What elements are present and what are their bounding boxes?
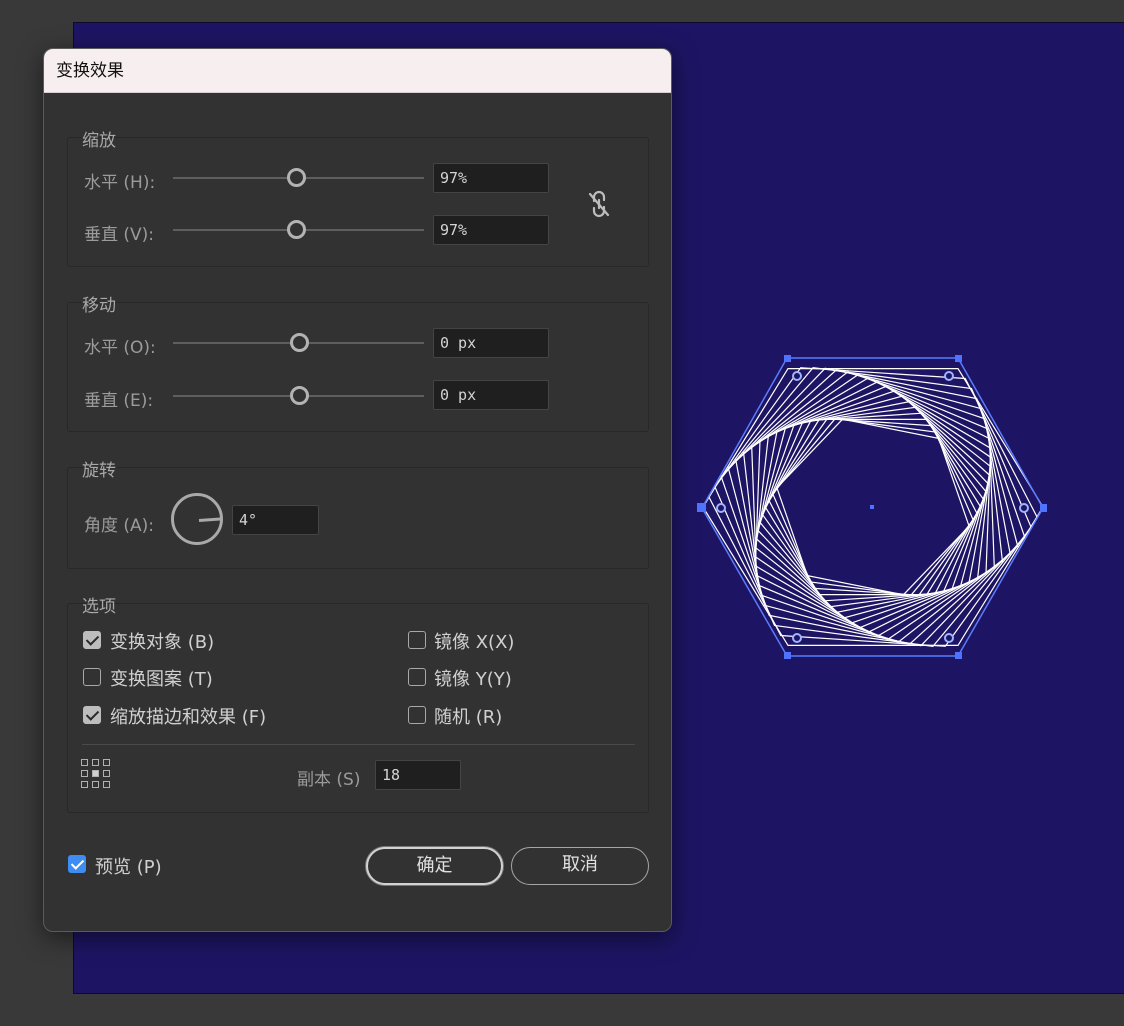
- dialog-title: 变换效果: [44, 49, 671, 93]
- angle-dial-hand: [198, 517, 223, 522]
- move-horizontal-slider[interactable]: [173, 333, 424, 353]
- copies-input[interactable]: 18: [375, 760, 461, 790]
- move-vertical-slider[interactable]: [173, 386, 424, 406]
- scale-horizontal-label: 水平 (H):: [84, 173, 156, 193]
- transform-objects-checkbox[interactable]: [83, 631, 101, 649]
- transform-patterns-label[interactable]: 变换图案 (T): [110, 665, 213, 691]
- options-divider: [82, 744, 635, 745]
- ok-button[interactable]: 确定: [366, 847, 503, 885]
- hexagon-artwork[interactable]: [690, 348, 1060, 668]
- cancel-button[interactable]: 取消: [511, 847, 649, 885]
- move-legend: 移动: [82, 296, 116, 316]
- options-legend: 选项: [82, 597, 116, 617]
- transform-patterns-checkbox[interactable]: [83, 668, 101, 686]
- scale-horizontal-slider[interactable]: [173, 168, 424, 188]
- reference-point-icon[interactable]: [81, 759, 110, 788]
- reflect-x-checkbox[interactable]: [408, 631, 426, 649]
- scale-vertical-input[interactable]: 97%: [433, 215, 549, 245]
- slider-thumb[interactable]: [286, 220, 306, 239]
- move-horizontal-input[interactable]: 0 px: [433, 328, 549, 358]
- slider-thumb[interactable]: [286, 168, 306, 187]
- link-off-icon[interactable]: [585, 189, 613, 219]
- scale-vertical-label: 垂直 (V):: [84, 225, 155, 245]
- copies-label: 副本 (S): [297, 770, 361, 790]
- scale-vertical-slider[interactable]: [173, 220, 424, 240]
- reflect-y-checkbox[interactable]: [408, 668, 426, 686]
- reflect-y-label[interactable]: 镜像 Y(Y): [434, 665, 512, 691]
- move-vertical-input[interactable]: 0 px: [433, 380, 549, 410]
- transform-objects-label[interactable]: 变换对象 (B): [110, 628, 214, 654]
- angle-dial[interactable]: [171, 493, 223, 545]
- random-checkbox[interactable]: [408, 706, 426, 724]
- scale-strokes-checkbox[interactable]: [83, 706, 101, 724]
- transform-effect-dialog: 变换效果 缩放 水平 (H): 97% 垂直 (V): 97% 移动 水平 (O…: [43, 48, 672, 932]
- preview-checkbox[interactable]: [68, 855, 86, 873]
- angle-label: 角度 (A):: [84, 516, 155, 536]
- move-horizontal-label: 水平 (O):: [84, 338, 156, 358]
- reflect-x-label[interactable]: 镜像 X(X): [434, 628, 514, 654]
- scale-group: [67, 137, 649, 267]
- scale-legend: 缩放: [82, 131, 116, 151]
- move-vertical-label: 垂直 (E):: [84, 391, 154, 411]
- rotate-group: [67, 467, 649, 569]
- scale-strokes-label[interactable]: 缩放描边和效果 (F): [110, 703, 266, 729]
- random-label[interactable]: 随机 (R): [434, 703, 502, 729]
- move-group: [67, 302, 649, 432]
- rotate-legend: 旋转: [82, 461, 116, 481]
- slider-thumb[interactable]: [289, 386, 309, 405]
- angle-input[interactable]: 4°: [232, 505, 319, 535]
- preview-label[interactable]: 预览 (P): [95, 853, 162, 879]
- slider-thumb[interactable]: [289, 333, 309, 352]
- scale-horizontal-input[interactable]: 97%: [433, 163, 549, 193]
